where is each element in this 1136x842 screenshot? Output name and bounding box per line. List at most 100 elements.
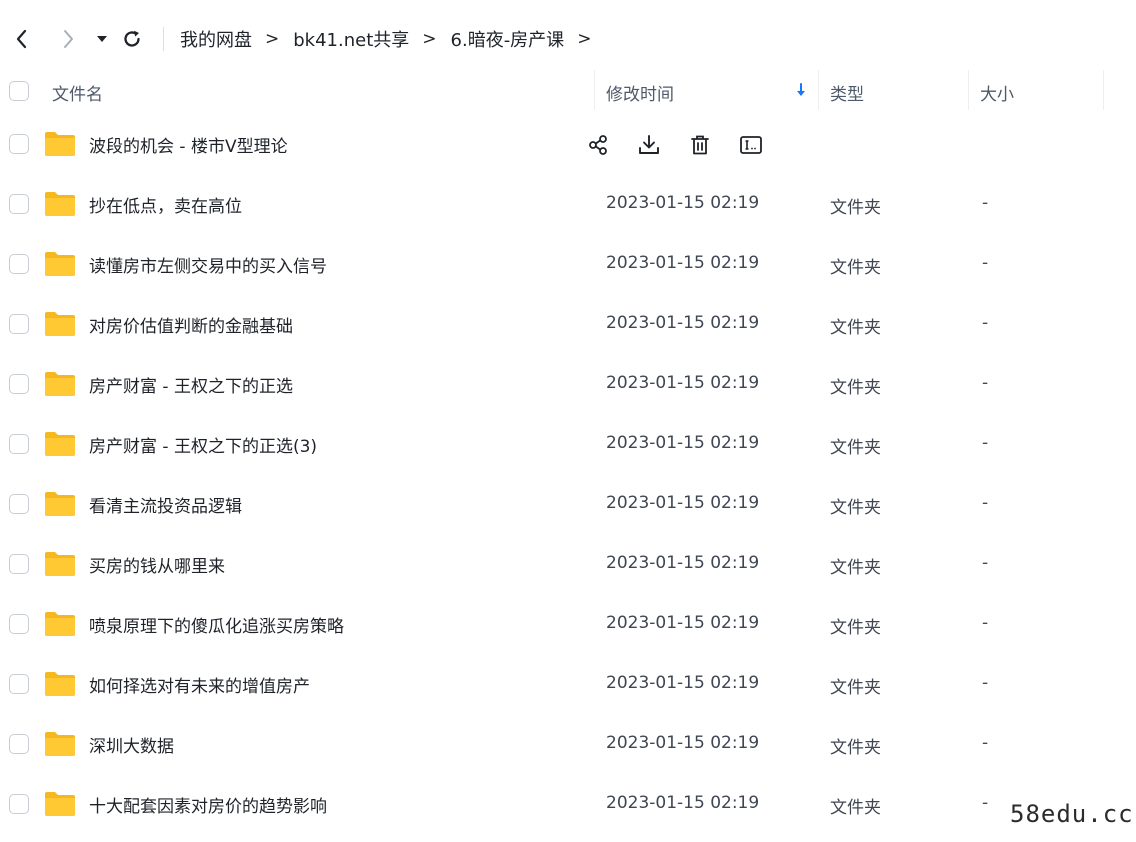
file-name[interactable]: 看清主流投资品逻辑 [89, 492, 242, 517]
caret-down-icon [97, 36, 107, 42]
file-name[interactable]: 深圳大数据 [89, 732, 174, 757]
file-type: 文件夹 [830, 438, 881, 458]
file-size: - [982, 793, 989, 813]
table-row[interactable]: 房产财富 - 王权之下的正选(3) 2023-01-15 02:19 文件夹 - [0, 415, 1136, 475]
row-checkbox[interactable] [9, 134, 29, 154]
table-row[interactable]: 喷泉原理下的傻瓜化追涨买房策略 2023-01-15 02:19 文件夹 - [0, 595, 1136, 655]
column-header-type[interactable]: 类型 [830, 80, 864, 105]
delete-button[interactable] [685, 130, 715, 160]
select-all-checkbox[interactable] [9, 81, 29, 101]
file-name[interactable]: 十大配套因素对房价的趋势影响 [89, 792, 327, 817]
file-size: - [982, 613, 989, 633]
file-type: 文件夹 [830, 678, 881, 698]
file-name[interactable]: 抄在低点，卖在高位 [89, 192, 242, 217]
column-divider[interactable] [818, 70, 819, 110]
table-row[interactable]: 买房的钱从哪里来 2023-01-15 02:19 文件夹 - [0, 535, 1136, 595]
file-type: 文件夹 [830, 318, 881, 338]
row-checkbox[interactable] [9, 434, 29, 454]
file-manager-window: 我的网盘 > bk41.net共享 > 6.暗夜-房产课 > 文件名 修改时间 … [0, 0, 1136, 842]
file-size: - [982, 673, 989, 693]
breadcrumb-item-shared[interactable]: bk41.net共享 [293, 26, 409, 52]
row-checkbox[interactable] [9, 254, 29, 274]
breadcrumb-separator: > [577, 29, 592, 49]
file-name[interactable]: 读懂房市左侧交易中的买入信号 [89, 252, 327, 277]
row-checkbox[interactable] [9, 194, 29, 214]
back-button[interactable] [8, 22, 36, 56]
file-modified-date: 2023-01-15 02:19 [606, 553, 760, 573]
row-checkbox[interactable] [9, 554, 29, 574]
forward-button[interactable] [54, 22, 82, 56]
breadcrumb-separator: > [265, 29, 280, 49]
table-row[interactable]: 深圳大数据 2023-01-15 02:19 文件夹 - [0, 715, 1136, 775]
file-type: 文件夹 [830, 798, 881, 818]
column-divider[interactable] [968, 70, 969, 110]
column-divider[interactable] [594, 70, 595, 110]
folder-icon [45, 672, 75, 696]
folder-icon [45, 252, 75, 276]
file-name[interactable]: 对房价估值判断的金融基础 [89, 312, 293, 337]
toolbar-divider [163, 27, 164, 51]
file-type: 文件夹 [830, 258, 881, 278]
table-row[interactable]: 如何择选对有未来的增值房产 2023-01-15 02:19 文件夹 - [0, 655, 1136, 715]
breadcrumb-separator: > [422, 29, 437, 49]
row-checkbox[interactable] [9, 314, 29, 334]
column-divider[interactable] [1103, 70, 1104, 110]
file-list-header: 文件名 修改时间 类型 大小 [0, 66, 1136, 116]
history-dropdown-button[interactable] [88, 22, 116, 56]
file-size: - [982, 193, 989, 213]
table-row[interactable]: 波段的机会 - 楼市V型理论 [0, 115, 1136, 175]
share-button[interactable] [583, 130, 613, 160]
watermark-text: 58edu.cc [1010, 800, 1134, 828]
file-size: - [982, 253, 989, 273]
file-modified-date: 2023-01-15 02:19 [606, 373, 760, 393]
file-modified-date: 2023-01-15 02:19 [606, 793, 760, 813]
file-name[interactable]: 喷泉原理下的傻瓜化追涨买房策略 [89, 612, 344, 637]
file-name[interactable]: 如何择选对有未来的增值房产 [89, 672, 310, 697]
breadcrumb-item-my-drive[interactable]: 我的网盘 [180, 26, 252, 52]
row-checkbox[interactable] [9, 494, 29, 514]
file-name[interactable]: 房产财富 - 王权之下的正选(3) [89, 432, 317, 457]
file-size: - [982, 553, 989, 573]
table-row[interactable]: 抄在低点，卖在高位 2023-01-15 02:19 文件夹 - [0, 175, 1136, 235]
folder-icon [45, 612, 75, 636]
table-row[interactable]: 房产财富 - 王权之下的正选 2023-01-15 02:19 文件夹 - [0, 355, 1136, 415]
file-size: - [982, 313, 989, 333]
file-list: 波段的机会 - 楼市V型理论 抄在低点，卖在高位 2023-01-15 02:1… [0, 115, 1136, 835]
folder-icon [45, 132, 75, 156]
row-checkbox[interactable] [9, 734, 29, 754]
file-type: 文件夹 [830, 198, 881, 218]
row-checkbox[interactable] [9, 674, 29, 694]
share-icon [589, 135, 607, 155]
folder-icon [45, 552, 75, 576]
row-checkbox[interactable] [9, 794, 29, 814]
download-button[interactable] [634, 130, 664, 160]
file-modified-date: 2023-01-15 02:19 [606, 673, 760, 693]
file-modified-date: 2023-01-15 02:19 [606, 313, 760, 333]
file-name[interactable]: 波段的机会 - 楼市V型理论 [89, 132, 288, 157]
file-size: - [982, 493, 989, 513]
file-modified-date: 2023-01-15 02:19 [606, 193, 760, 213]
sort-down-arrow-icon[interactable] [795, 82, 807, 98]
column-header-name[interactable]: 文件名 [52, 80, 103, 105]
breadcrumb: 我的网盘 > bk41.net共享 > 6.暗夜-房产课 > [180, 26, 605, 52]
folder-icon [45, 792, 75, 816]
refresh-button[interactable] [118, 22, 146, 56]
row-checkbox[interactable] [9, 614, 29, 634]
file-name[interactable]: 买房的钱从哪里来 [89, 552, 225, 577]
file-type: 文件夹 [830, 738, 881, 758]
table-row[interactable]: 对房价估值判断的金融基础 2023-01-15 02:19 文件夹 - [0, 295, 1136, 355]
table-row[interactable]: 看清主流投资品逻辑 2023-01-15 02:19 文件夹 - [0, 475, 1136, 535]
file-name[interactable]: 房产财富 - 王权之下的正选 [89, 372, 293, 397]
file-type: 文件夹 [830, 498, 881, 518]
table-row[interactable]: 读懂房市左侧交易中的买入信号 2023-01-15 02:19 文件夹 - [0, 235, 1136, 295]
folder-icon [45, 312, 75, 336]
file-modified-date: 2023-01-15 02:19 [606, 253, 760, 273]
breadcrumb-item-current-folder[interactable]: 6.暗夜-房产课 [451, 26, 565, 52]
column-header-modified[interactable]: 修改时间 [606, 80, 674, 105]
column-header-size[interactable]: 大小 [980, 80, 1014, 105]
row-checkbox[interactable] [9, 374, 29, 394]
rename-button[interactable] [736, 130, 766, 160]
file-modified-date: 2023-01-15 02:19 [606, 613, 760, 633]
table-row[interactable]: 十大配套因素对房价的趋势影响 2023-01-15 02:19 文件夹 - [0, 775, 1136, 835]
folder-icon [45, 432, 75, 456]
